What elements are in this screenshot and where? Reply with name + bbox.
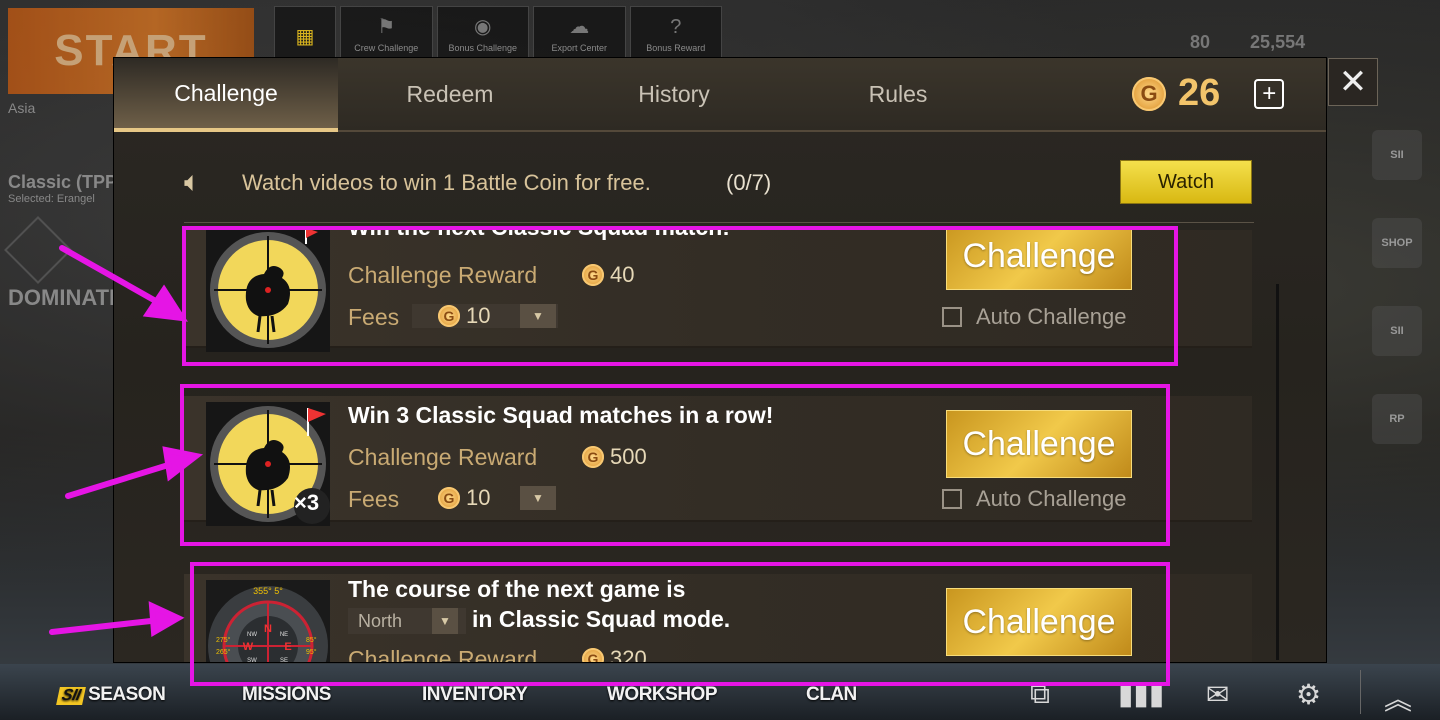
arrow-1 bbox=[59, 245, 171, 311]
arrow-3-head bbox=[148, 601, 185, 638]
arrow-1-head bbox=[142, 284, 188, 322]
arrow-2-head bbox=[162, 446, 204, 482]
arrow-3 bbox=[49, 617, 163, 635]
arrow-2 bbox=[65, 459, 181, 499]
annotation-arrows bbox=[49, 245, 204, 638]
